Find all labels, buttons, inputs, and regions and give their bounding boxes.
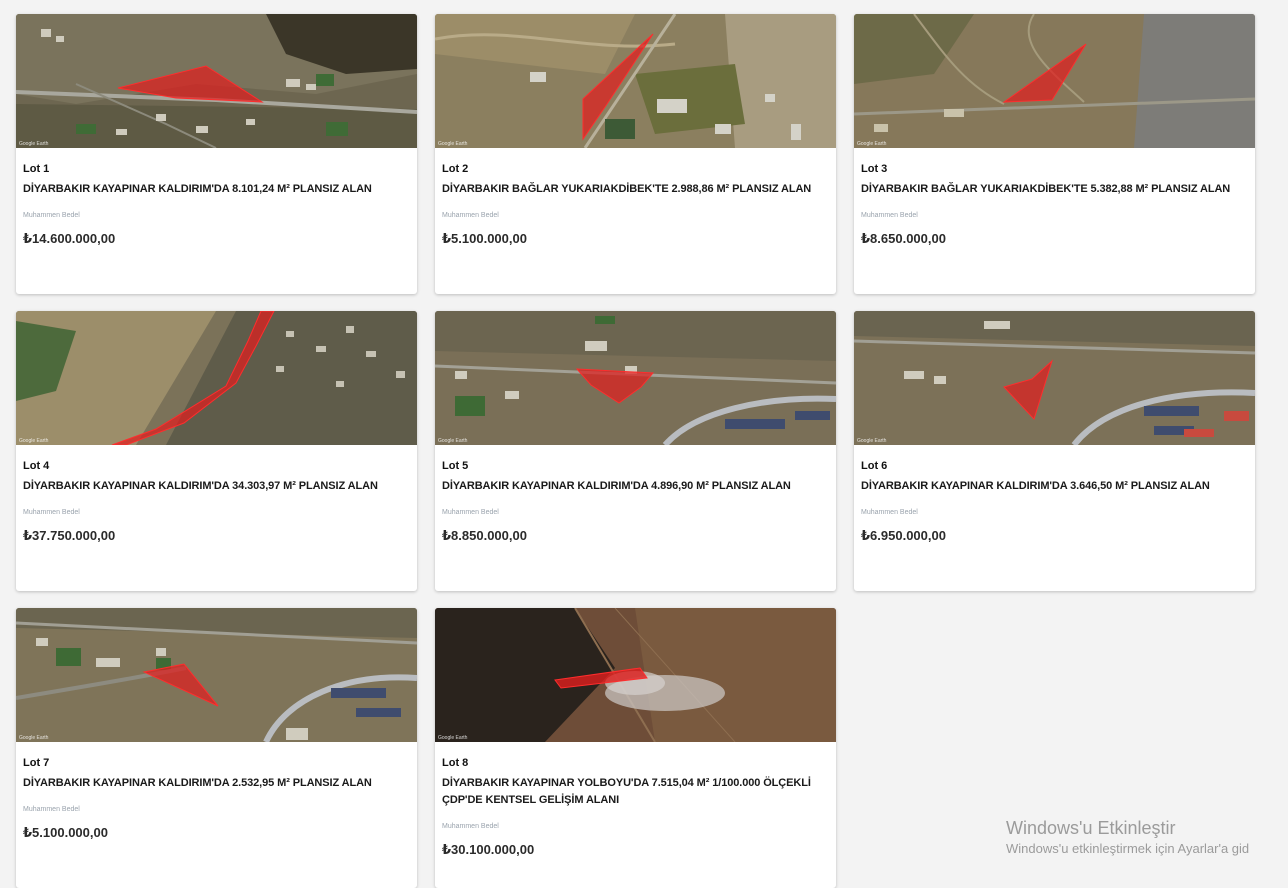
lot-price: ₺37.750.000,00	[23, 528, 116, 543]
price-label: Muhammen Bedel	[23, 509, 80, 516]
lot-card[interactable]: Google Earth Lot 1 DİYARBAKIR KAYAPINAR …	[16, 14, 417, 294]
lot-number: Lot 4	[23, 460, 50, 472]
map-credit: Google Earth	[19, 141, 49, 147]
price-label: Muhammen Bedel	[861, 212, 918, 219]
price-label: Muhammen Bedel	[861, 509, 918, 516]
lot-card[interactable]: Google Earth Lot 7 DİYARBAKIR KAYAPINAR …	[16, 608, 417, 888]
lot-title[interactable]: DİYARBAKIR KAYAPINAR KALDIRIM'DA 4.896,9…	[442, 478, 829, 495]
map-credit: Google Earth	[438, 438, 468, 444]
price-label: Muhammen Bedel	[23, 212, 80, 219]
lot-card[interactable]: Google Earth Lot 5 DİYARBAKIR KAYAPINAR …	[435, 311, 836, 591]
map-credit: Google Earth	[438, 141, 468, 147]
lot-title[interactable]: DİYARBAKIR KAYAPINAR KALDIRIM'DA 8.101,2…	[23, 181, 410, 198]
price-label: Muhammen Bedel	[23, 806, 80, 813]
lot-price: ₺5.100.000,00	[442, 231, 527, 246]
lot-thumbnail[interactable]: Google Earth	[16, 311, 417, 445]
lot-card[interactable]: Google Earth Lot 4 DİYARBAKIR KAYAPINAR …	[16, 311, 417, 591]
price-label: Muhammen Bedel	[442, 212, 499, 219]
lot-card[interactable]: Google Earth Lot 3 DİYARBAKIR BAĞLAR YUK…	[854, 14, 1255, 294]
lot-title[interactable]: DİYARBAKIR KAYAPINAR YOLBOYU'DA 7.515,04…	[442, 775, 829, 809]
lot-price: ₺30.100.000,00	[442, 842, 535, 857]
price-label: Muhammen Bedel	[442, 509, 499, 516]
lot-title[interactable]: DİYARBAKIR BAĞLAR YUKARIAKDİBEK'TE 5.382…	[861, 181, 1248, 198]
lot-number: Lot 6	[861, 460, 888, 472]
lot-title[interactable]: DİYARBAKIR KAYAPINAR KALDIRIM'DA 2.532,9…	[23, 775, 410, 792]
lot-price: ₺14.600.000,00	[23, 231, 116, 246]
lot-title[interactable]: DİYARBAKIR KAYAPINAR KALDIRIM'DA 3.646,5…	[861, 478, 1248, 495]
lot-thumbnail[interactable]: Google Earth	[854, 14, 1255, 148]
map-credit: Google Earth	[857, 141, 887, 147]
lot-card[interactable]: Google Earth Lot 6 DİYARBAKIR KAYAPINAR …	[854, 311, 1255, 591]
lot-thumbnail[interactable]: Google Earth	[16, 608, 417, 742]
lot-title[interactable]: DİYARBAKIR BAĞLAR YUKARIAKDİBEK'TE 2.988…	[442, 181, 829, 198]
map-credit: Google Earth	[19, 438, 49, 444]
map-credit: Google Earth	[19, 735, 49, 741]
lot-number: Lot 3	[861, 163, 888, 175]
watermark-subtitle: Windows'u etkinleştirmek için Ayarlar'a …	[1006, 841, 1250, 856]
lot-price: ₺5.100.000,00	[23, 825, 108, 840]
lot-price: ₺6.950.000,00	[861, 528, 946, 543]
lot-card[interactable]: Google Earth Lot 8 DİYARBAKIR KAYAPINAR …	[435, 608, 836, 888]
windows-activation-watermark: Windows'u Etkinleştir Windows'u etkinleş…	[1006, 817, 1249, 858]
watermark-title: Windows'u Etkinleştir	[1006, 818, 1176, 838]
map-credit: Google Earth	[857, 438, 887, 444]
lot-thumbnail[interactable]: Google Earth	[435, 311, 836, 445]
lot-card[interactable]: Google Earth Lot 2 DİYARBAKIR BAĞLAR YUK…	[435, 14, 836, 294]
price-label: Muhammen Bedel	[442, 823, 499, 830]
lot-thumbnail[interactable]: Google Earth	[16, 14, 417, 148]
lot-price: ₺8.650.000,00	[861, 231, 946, 246]
lot-price: ₺8.850.000,00	[442, 528, 527, 543]
lot-grid: Google Earth Lot 1 DİYARBAKIR KAYAPINAR …	[16, 14, 1255, 888]
lot-title[interactable]: DİYARBAKIR KAYAPINAR KALDIRIM'DA 34.303,…	[23, 478, 410, 495]
lot-number: Lot 8	[442, 757, 469, 769]
lot-number: Lot 2	[442, 163, 469, 175]
lot-thumbnail[interactable]: Google Earth	[435, 608, 836, 742]
map-credit: Google Earth	[438, 735, 468, 741]
lot-thumbnail[interactable]: Google Earth	[854, 311, 1255, 445]
lot-number: Lot 5	[442, 460, 469, 472]
lot-number: Lot 1	[23, 163, 50, 175]
lot-number: Lot 7	[23, 757, 50, 769]
lot-thumbnail[interactable]: Google Earth	[435, 14, 836, 148]
